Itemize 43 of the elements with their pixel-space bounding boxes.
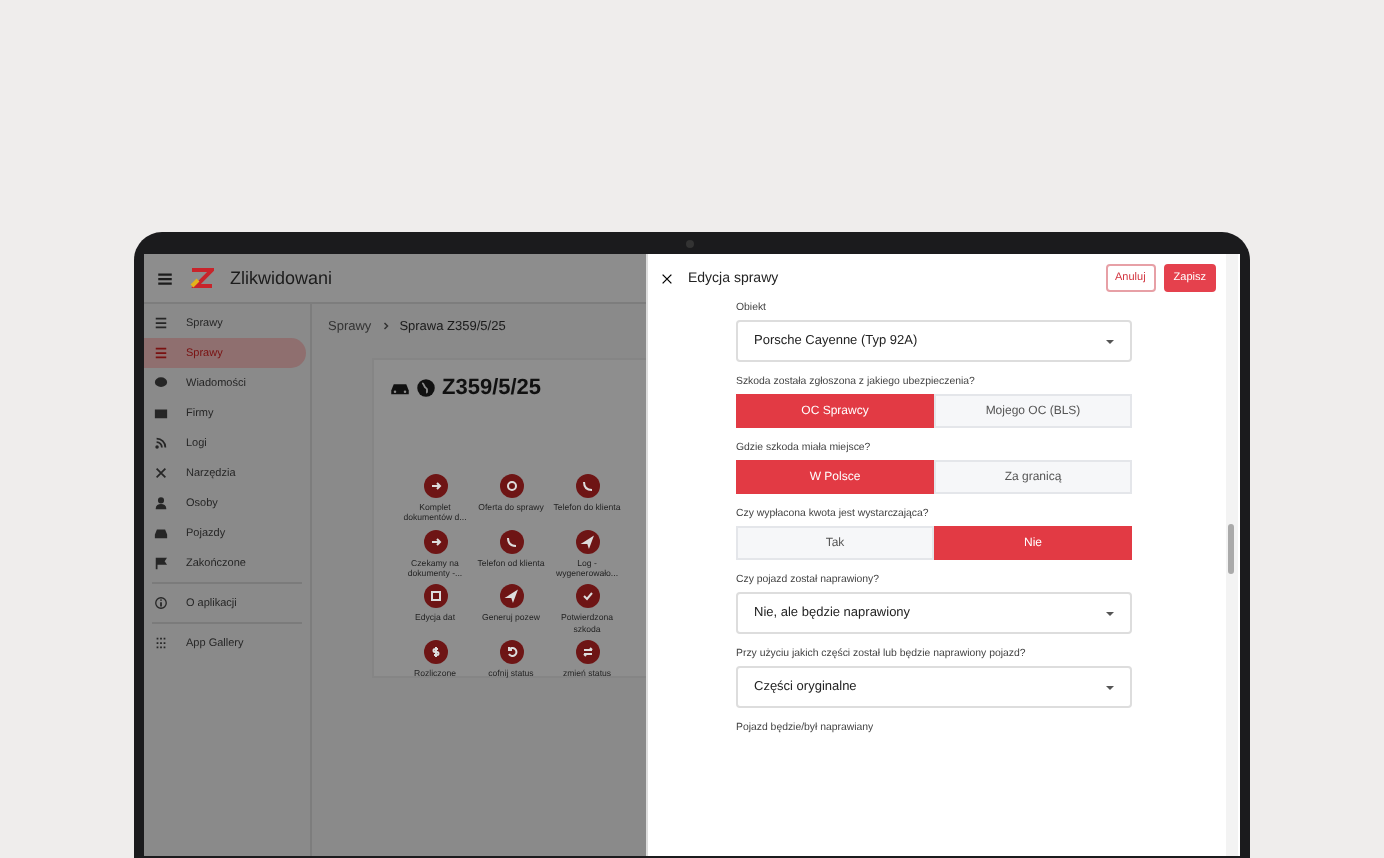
action-button[interactable] (423, 640, 447, 665)
flag-icon (154, 556, 168, 570)
action-button[interactable] (499, 474, 523, 498)
close-icon (660, 271, 674, 285)
arrow-icon (427, 533, 443, 550)
action-button[interactable] (499, 529, 523, 554)
swap-icon (579, 644, 595, 661)
dollar-icon (427, 644, 443, 661)
action-button[interactable] (575, 640, 599, 665)
undo-icon (503, 644, 519, 661)
caret-icon (1106, 685, 1114, 693)
caret-icon (1106, 339, 1114, 347)
send-icon (503, 588, 519, 605)
tools-icon (154, 466, 168, 480)
action-button[interactable] (499, 640, 523, 665)
action-button[interactable] (575, 584, 599, 609)
car-icon (154, 526, 168, 540)
list-icon (154, 316, 168, 330)
action-button[interactable] (499, 584, 523, 609)
action-button[interactable] (423, 584, 447, 609)
menu-icon (156, 269, 174, 287)
action-button[interactable] (423, 474, 447, 498)
rss-icon (154, 436, 168, 450)
arrow-icon (427, 478, 443, 494)
info-icon (154, 596, 168, 610)
action-button[interactable] (575, 529, 599, 554)
people-icon (154, 496, 168, 510)
logo-icon (190, 267, 214, 289)
phone-icon (503, 533, 519, 550)
list-icon (154, 346, 168, 360)
case-number: Z359/5/25 (442, 376, 542, 400)
check-icon (579, 588, 595, 605)
caret-icon (1106, 611, 1114, 619)
phone-icon (579, 478, 595, 494)
app-title: Zlikwidowani (230, 268, 333, 288)
action-button[interactable] (575, 474, 599, 498)
calendar-icon (427, 588, 443, 605)
scrollbar[interactable] (1226, 254, 1238, 856)
car-icon (390, 378, 410, 398)
action-button[interactable] (423, 529, 447, 554)
chevron-icon (379, 320, 392, 332)
grid-icon (154, 636, 168, 650)
send-icon (579, 533, 595, 550)
